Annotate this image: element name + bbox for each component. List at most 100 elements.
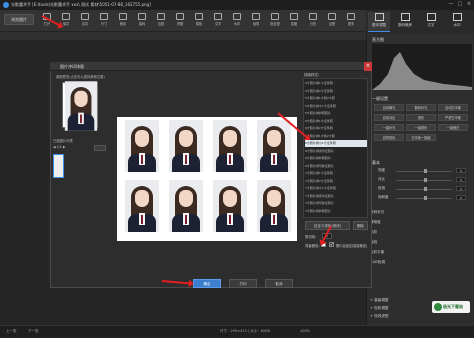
quick-button[interactable]: 数码补光	[406, 104, 436, 111]
tab-basic-adjust[interactable]: 基本调整	[368, 12, 390, 32]
quick-button[interactable]: 自动白平衡	[438, 104, 468, 111]
slider-row[interactable]: 色相 0	[378, 186, 468, 192]
thumb-add-button[interactable]	[94, 145, 106, 151]
histogram-title: 直方图	[372, 37, 384, 42]
tab-watermark[interactable]: 水印	[446, 12, 468, 32]
open-images-button[interactable]: 浏览图片	[4, 14, 34, 25]
slider-knob[interactable]	[424, 187, 427, 191]
adjust-list-item[interactable]: RGB色调	[370, 260, 470, 265]
ok-button[interactable]: 确定	[193, 279, 221, 288]
tool-button-6[interactable]: 边框	[154, 12, 168, 29]
layout-option[interactable]: 5寸照片排小1寸证件照	[305, 103, 367, 110]
tool-button-2[interactable]: 另存	[78, 12, 92, 29]
prev-image-button[interactable]: 上一张	[6, 329, 17, 334]
quick-button[interactable]: 自动曝光	[374, 104, 404, 111]
preview-label: 原图预览(点击可以选择其他位置)	[56, 75, 105, 79]
tool-button-7[interactable]: 拼图	[173, 12, 187, 29]
quick-button[interactable]: 锐化	[406, 114, 436, 121]
tool-button-14[interactable]: 日历	[306, 12, 320, 29]
layout-option[interactable]: 5寸照片排护照照片	[305, 110, 367, 117]
tool-button-16[interactable]: 更多	[344, 12, 358, 29]
layout-option[interactable]: 6寸照片排小1寸证件照	[305, 140, 367, 147]
tool-button-3[interactable]: 尺寸	[97, 12, 111, 29]
layout-option[interactable]: 6寸照片排2寸证件照	[305, 125, 367, 132]
quick-button[interactable]: 自然锐化	[374, 134, 404, 141]
maximize-button[interactable]: □	[456, 1, 464, 8]
original-preview[interactable]	[62, 81, 98, 131]
tab-text[interactable]: 文字	[420, 12, 442, 32]
watermark-text: 极光下载站	[443, 304, 463, 309]
tool-icon	[81, 13, 89, 20]
tool-icon	[347, 13, 355, 20]
slider-row[interactable]: 饱和度 0	[378, 195, 468, 201]
quick-button[interactable]: 自动对比	[374, 114, 404, 121]
tool-icon	[157, 13, 165, 20]
histogram-graph	[372, 52, 472, 90]
slider-row[interactable]: 亮度 0	[378, 168, 468, 174]
layout-option[interactable]: 7寸照片排1寸证件照	[305, 170, 367, 177]
layout-option[interactable]: 7寸照片排小1寸证件照	[305, 185, 367, 192]
tool-icon	[252, 13, 260, 20]
close-window-button[interactable]: ×	[465, 1, 473, 8]
id-photo	[169, 120, 203, 172]
tool-button-5[interactable]: 旋转	[135, 12, 149, 29]
watermark-icon	[452, 13, 462, 21]
tool-button-11[interactable]: 画笔	[249, 12, 263, 29]
tool-icon	[328, 13, 336, 20]
quick-button[interactable]: 一键补光	[374, 124, 404, 131]
thumbs-label: 已选图片列表	[53, 139, 73, 143]
slider-knob[interactable]	[424, 178, 427, 182]
next-image-button[interactable]: 下一张	[28, 329, 39, 334]
layout-option[interactable]: 6寸照片排1寸和2寸照	[305, 133, 367, 140]
adjust-list-item[interactable]: 色彩平衡	[370, 250, 470, 255]
dialog-close-button[interactable]: ×	[364, 62, 372, 71]
thumbs-nav[interactable]: ◀ 1/1 ▶	[53, 145, 65, 149]
tool-button-13[interactable]: 抠图	[287, 12, 301, 29]
quick-button[interactable]: 白平衡一指键	[406, 134, 436, 141]
slider-row[interactable]: 对比 0	[378, 177, 468, 183]
tool-button-8[interactable]: 模板	[192, 12, 206, 29]
slider-knob[interactable]	[424, 169, 427, 173]
tool-button-10[interactable]: 水印	[230, 12, 244, 29]
tool-icon	[100, 13, 108, 20]
layout-option[interactable]: 6寸照片排1寸证件照	[305, 118, 367, 125]
layout-option[interactable]: 6寸照片排护照照片	[305, 155, 367, 162]
adjust-list-item[interactable]: 数码补光	[370, 210, 470, 215]
print-button[interactable]: 打印	[229, 279, 257, 288]
sliders-icon	[374, 13, 384, 21]
window-title: 光影魔术手 [E:\tools\光影魔术手 xxx\ 测试 素材\5051-07…	[11, 2, 151, 7]
id-photo	[213, 180, 247, 232]
tool-button-4[interactable]: 裁剪	[116, 12, 130, 29]
tool-button-9[interactable]: 文字	[211, 12, 225, 29]
auto-fit-checkbox[interactable]: ✔	[329, 242, 334, 247]
quick-button[interactable]: 严重白平衡	[438, 114, 468, 121]
adjust-list-item[interactable]: 曲线	[370, 240, 470, 245]
cancel-button[interactable]: 取消	[265, 279, 293, 288]
selected-thumbnail[interactable]	[53, 154, 64, 178]
tool-button-15[interactable]: 证照	[325, 12, 339, 29]
layout-option[interactable]: 7寸照片排护照照片	[305, 208, 367, 215]
delete-layout-button[interactable]: 删除	[353, 221, 368, 230]
quick-button[interactable]: 一键锐化	[406, 124, 436, 131]
layout-option[interactable]: 7寸照片排驾驶证照片	[305, 200, 367, 207]
layout-option[interactable]: 5寸照片排1寸证件照	[305, 80, 367, 87]
layout-option[interactable]: 6寸照片排驾驶证照片	[305, 163, 367, 170]
quick-button[interactable]: 一键美白	[438, 124, 468, 131]
layout-option[interactable]: 7寸照片排身份证照片	[305, 193, 367, 200]
minimize-button[interactable]: —	[447, 1, 455, 8]
slider-knob[interactable]	[424, 196, 427, 200]
tool-icon	[195, 13, 203, 20]
id-photo	[125, 180, 159, 232]
adjust-list-item[interactable]: 清晰度	[370, 220, 470, 225]
layout-option[interactable]: 6寸照片排身份证照片	[305, 148, 367, 155]
tab-darkroom[interactable]: 数码暗房	[394, 12, 416, 32]
id-photo	[257, 120, 291, 172]
dialog-titlebar: 图片冲印排版	[50, 62, 372, 71]
tool-button-12[interactable]: 批处理	[268, 12, 282, 29]
layout-option[interactable]: 7寸照片排2寸证件照	[305, 178, 367, 185]
layout-option[interactable]: 5寸照片排2寸证件照	[305, 88, 367, 95]
layout-option[interactable]: 5寸照片排1寸和2寸照	[305, 95, 367, 102]
adjust-list-item[interactable]: 色阶	[370, 230, 470, 235]
collapsed-section[interactable]: + 特效滤镜	[370, 314, 470, 319]
text-icon	[426, 13, 436, 21]
